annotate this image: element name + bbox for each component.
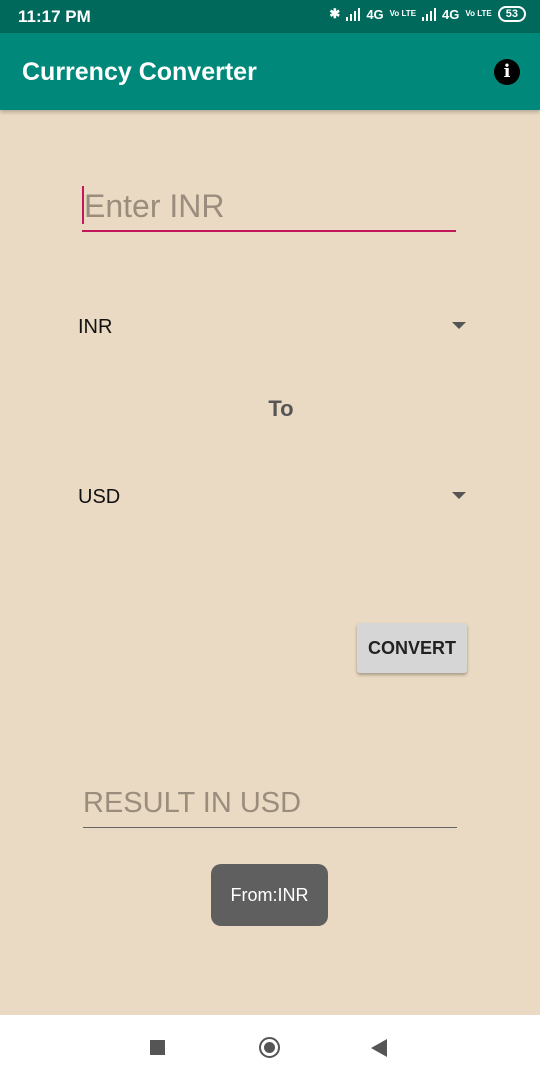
from-currency-value: INR (78, 316, 113, 338)
volte-icon: Vo LTE (389, 9, 417, 18)
battery-icon: 53 (497, 6, 526, 22)
result-placeholder: RESULT IN USD (83, 787, 302, 819)
volte-icon-2: Vo LTE (465, 9, 492, 18)
result-underline (83, 827, 457, 828)
to-currency-value: USD (78, 486, 121, 508)
convert-button[interactable]: CONVERT (357, 623, 467, 673)
app-bar: Currency Converter i (0, 33, 540, 110)
toast-message: From:INR (211, 864, 328, 926)
input-underline (82, 230, 456, 232)
signal-icon-2 (422, 7, 437, 21)
from-currency-spinner[interactable]: INR (78, 308, 470, 348)
back-icon[interactable] (371, 1039, 387, 1057)
network-type-1: 4G (366, 6, 384, 22)
dropdown-arrow-icon (452, 492, 466, 499)
status-time: 11:17 PM (18, 7, 91, 26)
info-icon[interactable]: i (494, 59, 520, 85)
dropdown-arrow-icon (452, 322, 466, 329)
app-title: Currency Converter (22, 58, 257, 86)
amount-input[interactable]: Enter INR (82, 178, 456, 232)
status-bar: 11:17 PM ✱ 4G Vo LTE 4G Vo LTE 53 (0, 0, 540, 33)
network-type-2: 4G (442, 6, 460, 22)
status-icons: ✱ 4G Vo LTE 4G Vo LTE 53 (329, 6, 526, 22)
to-label: To (268, 396, 294, 421)
recents-icon[interactable] (150, 1040, 165, 1055)
navigation-bar (0, 1015, 540, 1080)
result-field[interactable]: RESULT IN USD (83, 783, 457, 828)
home-icon[interactable] (259, 1037, 280, 1058)
to-currency-spinner[interactable]: USD (78, 478, 470, 518)
bluetooth-icon: ✱ (329, 6, 341, 21)
signal-icon (346, 7, 361, 21)
amount-placeholder: Enter INR (84, 188, 225, 224)
